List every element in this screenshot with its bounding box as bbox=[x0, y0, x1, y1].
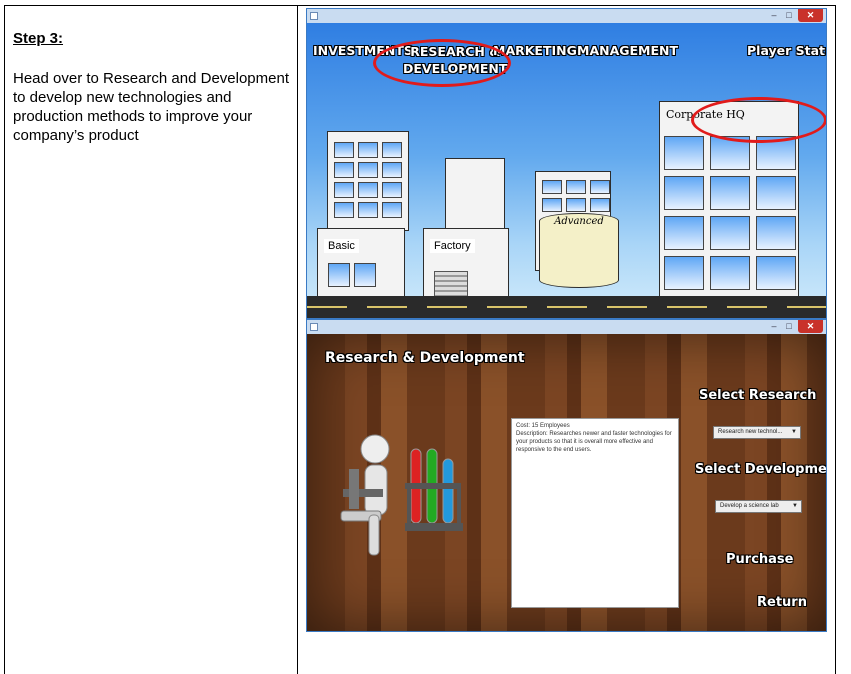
building-left-tall bbox=[327, 131, 409, 231]
rd-title: Research & Development bbox=[325, 350, 525, 366]
research-dropdown-value: Research new technol... bbox=[718, 429, 783, 435]
select-development-label: Select Development bbox=[695, 462, 827, 477]
highlight-corporate-circle bbox=[691, 97, 826, 143]
step-title: Step 3: bbox=[13, 30, 64, 47]
maximize-button[interactable]: □ bbox=[782, 9, 796, 22]
scientist-icon bbox=[340, 434, 463, 556]
step-description: Head over to Research and Development to… bbox=[13, 70, 289, 144]
select-research-label: Select Research bbox=[699, 388, 817, 403]
minimize-button[interactable]: – bbox=[767, 320, 781, 333]
basic-label: Basic bbox=[324, 239, 359, 253]
chevron-down-icon: ▼ bbox=[792, 503, 798, 509]
advanced-label: Advanced bbox=[554, 216, 604, 227]
description-cost: Cost: 15 Employees bbox=[516, 423, 570, 429]
app-icon bbox=[310, 323, 318, 331]
window-titlebar: – □ ✕ bbox=[307, 320, 826, 334]
wood-background: Research & Development Cost: 15 Employee… bbox=[307, 334, 826, 631]
factory-label: Factory bbox=[430, 239, 475, 253]
window-titlebar: – □ ✕ bbox=[307, 9, 826, 23]
building-advanced: Advanced bbox=[539, 213, 619, 288]
chevron-down-icon: ▼ bbox=[791, 429, 797, 435]
maximize-button[interactable]: □ bbox=[782, 320, 796, 333]
app-icon bbox=[310, 12, 318, 20]
description-panel: Cost: 15 Employees Description: Research… bbox=[511, 418, 679, 608]
step-cell: Step 3: Head over to Research and Develo… bbox=[13, 30, 293, 145]
return-button[interactable]: Return bbox=[757, 595, 807, 610]
research-dropdown[interactable]: Research new technol... ▼ bbox=[713, 426, 801, 439]
description-text: Description: Researches newer and faster… bbox=[516, 431, 672, 453]
development-dropdown[interactable]: Develop a science lab ▼ bbox=[715, 500, 802, 513]
purchase-button[interactable]: Purchase bbox=[726, 552, 793, 567]
nav-player-status[interactable]: Player Status bbox=[747, 43, 826, 58]
nav-management[interactable]: MANAGEMENT bbox=[577, 43, 678, 58]
column-divider bbox=[297, 6, 298, 674]
research-development-window: – □ ✕ Research & Development Cost: 15 Em… bbox=[306, 319, 827, 632]
road bbox=[307, 296, 826, 318]
close-button[interactable]: ✕ bbox=[798, 320, 823, 333]
main-game-window: – □ ✕ Advanced Basic Factory Corporate H… bbox=[306, 8, 827, 319]
development-dropdown-value: Develop a science lab bbox=[720, 503, 779, 509]
highlight-research-circle bbox=[373, 39, 511, 87]
close-button[interactable]: ✕ bbox=[798, 9, 823, 22]
minimize-button[interactable]: – bbox=[767, 9, 781, 22]
city-scene: Advanced Basic Factory Corporate HQ INVE… bbox=[307, 23, 826, 318]
